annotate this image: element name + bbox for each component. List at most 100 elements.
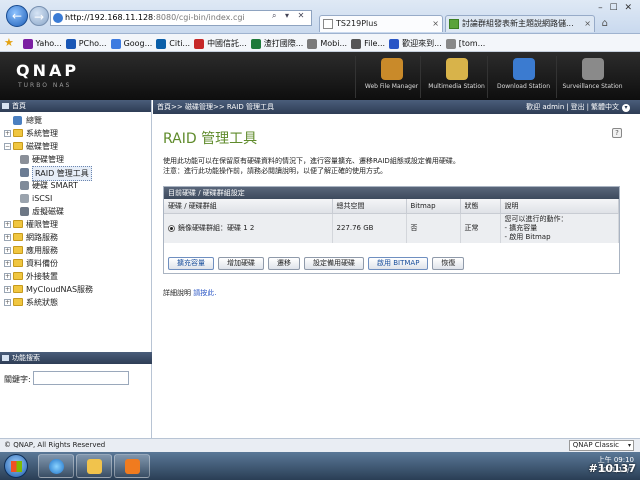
sidebar-item[interactable]: + 權限管理 xyxy=(0,218,151,231)
help-icon[interactable]: ? xyxy=(612,128,622,138)
favorite-link[interactable]: File... xyxy=(351,35,385,51)
taskbar-ie-button[interactable] xyxy=(38,454,74,478)
multimedia-station-icon xyxy=(445,58,468,80)
home-icon xyxy=(2,103,9,109)
action-button[interactable]: 遷移 xyxy=(268,257,300,270)
favorites-star-icon[interactable]: ★ xyxy=(4,34,16,51)
favorite-link[interactable]: 渣打國際... xyxy=(250,35,303,51)
back-button[interactable]: ← xyxy=(6,5,28,27)
favorite-link[interactable]: 中國信託... xyxy=(194,35,247,51)
page-icon xyxy=(449,19,459,29)
action-button[interactable]: 恢復 xyxy=(432,257,465,270)
folder-icon xyxy=(13,220,23,228)
sidebar-item-label: 虛擬磁碟 xyxy=(32,207,64,216)
expand-icon[interactable]: + xyxy=(4,221,11,228)
sidebar-item[interactable]: + 系統狀態 xyxy=(0,296,151,309)
volume-cell[interactable]: 鏡像硬碟群組：硬碟 1 2 xyxy=(164,213,333,243)
sidebar-item[interactable]: + 應用服務 xyxy=(0,244,151,257)
page-title: RAID 管理工具 xyxy=(163,131,258,147)
keyword-label: 關鍵字: xyxy=(4,375,31,384)
chevron-down-icon[interactable]: ▾ xyxy=(622,104,630,112)
favorite-link[interactable]: Citi... xyxy=(156,35,190,51)
theme-select[interactable]: QNAP Classic ▾ xyxy=(568,440,634,451)
taskbar-explorer-button[interactable] xyxy=(76,454,112,478)
sidebar-item[interactable]: + 網路服務 xyxy=(0,231,151,244)
web-file-manager-button[interactable]: Web File Manager xyxy=(355,56,427,98)
favorite-link[interactable]: Mobi... xyxy=(307,35,348,51)
action-button[interactable]: 啟用 BITMAP xyxy=(368,257,429,270)
welcome-text: 歡迎 admin xyxy=(526,103,565,111)
multimedia-station-button[interactable]: Multimedia Station xyxy=(420,56,492,98)
sidebar-item[interactable]: − 磁碟管理 xyxy=(0,140,151,153)
favorite-label: PCho... xyxy=(78,39,107,48)
sidebar-item-label: 系統狀態 xyxy=(26,298,58,307)
theme-value: QNAP Classic xyxy=(572,441,619,449)
taskbar-media-button[interactable] xyxy=(114,454,150,478)
sidebar-item[interactable]: 硬碟管理 xyxy=(0,153,151,166)
menu-item-icon xyxy=(20,194,29,203)
logout-link[interactable]: 登出 xyxy=(571,103,585,111)
sidebar-item[interactable]: 總覽 xyxy=(0,114,151,127)
window-controls[interactable]: – ☐ ✕ xyxy=(598,3,634,13)
expand-icon[interactable]: + xyxy=(4,299,11,306)
volume-radio[interactable] xyxy=(168,224,175,232)
chevron-down-icon: ▾ xyxy=(627,442,631,449)
menu-item-icon xyxy=(20,207,29,216)
tab-close-icon[interactable]: × xyxy=(432,16,439,31)
sidebar-item[interactable]: + 外接裝置 xyxy=(0,270,151,283)
more-info-link[interactable]: 請按此. xyxy=(193,289,216,297)
expand-icon[interactable]: + xyxy=(4,130,11,137)
tab-ts219plus[interactable]: TS219Plus × xyxy=(319,15,443,32)
sidebar-item-label: 總覽 xyxy=(26,116,42,125)
keyword-input[interactable] xyxy=(33,371,129,385)
breadcrumb-path: 首頁>> 磁碟管理>> RAID 管理工具 xyxy=(157,103,274,111)
expand-icon[interactable]: + xyxy=(4,273,11,280)
start-button[interactable] xyxy=(4,454,28,478)
main-content: RAID 管理工具 ? 使用此功能可以在保留原有硬碟資料的情況下，進行容量擴充、… xyxy=(153,114,640,438)
surveillance-station-icon xyxy=(581,58,604,80)
favorite-link[interactable]: [tom... xyxy=(445,35,485,51)
action-item: - 啟用 Bitmap xyxy=(504,232,551,241)
expand-icon[interactable]: + xyxy=(4,286,11,293)
search-header: 功能搜索 xyxy=(0,352,152,364)
tab-forum[interactable]: 討論群組發表新主題說網路儲... × xyxy=(445,15,595,32)
favorite-link[interactable]: PCho... xyxy=(65,35,107,51)
language-select[interactable]: 繁體中文 xyxy=(591,103,619,111)
favorite-link[interactable]: Yaho... xyxy=(22,35,62,51)
sidebar-item[interactable]: + MyCloudNAS服務 xyxy=(0,283,151,296)
favorite-label: Mobi... xyxy=(320,39,348,48)
sidebar-item[interactable]: iSCSI xyxy=(0,192,151,205)
favorite-icon xyxy=(389,39,400,49)
folder-icon xyxy=(87,459,102,474)
tab-close-icon[interactable]: × xyxy=(584,16,591,31)
sidebar-item[interactable]: + 系統管理 xyxy=(0,127,151,140)
sidebar-item[interactable]: 虛擬磁碟 xyxy=(0,205,151,218)
tab-label: TS219Plus xyxy=(336,19,378,28)
action-button[interactable]: 擴充容量 xyxy=(168,257,214,270)
surveillance-station-button[interactable]: Surveillance Station xyxy=(556,56,628,98)
expand-icon[interactable]: + xyxy=(4,247,11,254)
home-icon[interactable]: ⌂ xyxy=(602,18,608,29)
menu-item-icon xyxy=(13,116,22,125)
favorite-link[interactable]: 歡迎來到... xyxy=(389,35,442,51)
sidebar-item[interactable]: 硬碟 SMART xyxy=(0,179,151,192)
media-player-icon xyxy=(125,459,140,474)
expand-icon[interactable]: + xyxy=(4,234,11,241)
download-station-button[interactable]: Download Station xyxy=(487,56,559,98)
sidebar-item[interactable]: + 資料備份 xyxy=(0,257,151,270)
browser-toolbar: ← → http://192.168.11.128:8080/cgi-bin/i… xyxy=(0,0,640,34)
table-row[interactable]: 鏡像硬碟群組：硬碟 1 2 227.76 GB 否 正常 您可以進行的動作： -… xyxy=(164,213,619,243)
favorite-icon xyxy=(156,39,167,49)
expand-icon[interactable]: + xyxy=(4,260,11,267)
address-controls[interactable]: ⌕ ▾ ✕ xyxy=(272,11,307,21)
folder-icon xyxy=(13,285,23,293)
action-button-row: 擴充容量 增加硬碟 遷移 設定備用硬碟 啟用 BITMAP 恢復 xyxy=(168,257,468,270)
forward-button[interactable]: → xyxy=(29,6,49,26)
favorite-link[interactable]: Goog... xyxy=(110,35,152,51)
sidebar-item[interactable]: RAID 管理工具 xyxy=(0,166,151,181)
more-info: 詳細說明 請按此. xyxy=(163,288,216,298)
action-button[interactable]: 增加硬碟 xyxy=(218,257,264,270)
collapse-icon[interactable]: − xyxy=(4,143,11,150)
sidebar-item-label: 硬碟 SMART xyxy=(32,181,78,190)
action-button[interactable]: 設定備用硬碟 xyxy=(304,257,364,270)
